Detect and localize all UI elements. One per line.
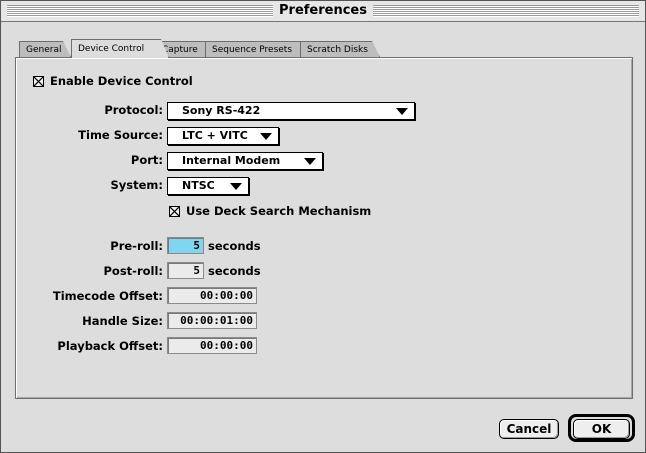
port-select[interactable]: Internal Modem	[167, 152, 323, 170]
protocol-label: Protocol:	[104, 103, 163, 117]
protocol-select[interactable]: Sony RS-422	[167, 102, 415, 120]
check-x-icon	[170, 207, 179, 216]
protocol-value: Sony RS-422	[182, 104, 261, 117]
chevron-down-icon	[396, 108, 408, 115]
tab-device-control[interactable]: Device Control	[71, 39, 169, 58]
pre-roll-unit: seconds	[208, 239, 261, 253]
timecode-offset-input[interactable]: 00:00:00	[167, 287, 257, 304]
title-bar[interactable]: Preferences	[1, 1, 645, 22]
pre-roll-label: Pre-roll:	[110, 239, 163, 253]
enable-device-control-label: Enable Device Control	[50, 74, 193, 88]
pre-roll-input[interactable]: 5	[167, 237, 204, 254]
port-label: Port:	[130, 153, 163, 167]
handle-size-input[interactable]: 00:00:01:00	[167, 312, 257, 329]
system-select[interactable]: NTSC	[167, 177, 249, 195]
post-roll-unit: seconds	[208, 264, 261, 278]
time-source-select[interactable]: LTC + VITC	[167, 127, 279, 145]
post-roll-input[interactable]: 5	[167, 262, 204, 279]
system-label: System:	[110, 178, 163, 192]
port-value: Internal Modem	[182, 154, 281, 167]
playback-offset-label: Playback Offset:	[57, 339, 163, 353]
preferences-window: Preferences General Device Control Captu…	[0, 0, 646, 453]
tab-scratch-disks[interactable]: Scratch Disks	[300, 41, 380, 57]
time-source-label: Time Source:	[78, 128, 163, 142]
tab-general[interactable]: General	[19, 41, 71, 57]
enable-device-control-checkbox[interactable]	[33, 76, 44, 87]
ok-button[interactable]: OK	[573, 419, 630, 439]
playback-offset-input[interactable]: 00:00:00	[167, 337, 257, 354]
post-roll-label: Post-roll:	[103, 264, 164, 278]
check-x-icon	[34, 77, 43, 86]
timecode-offset-label: Timecode Offset:	[52, 289, 163, 303]
handle-size-label: Handle Size:	[82, 314, 163, 328]
cancel-button[interactable]: Cancel	[499, 419, 559, 439]
tab-sequence-presets[interactable]: Sequence Presets	[205, 41, 311, 57]
chevron-down-icon	[304, 158, 316, 165]
chevron-down-icon	[260, 133, 272, 140]
time-source-value: LTC + VITC	[182, 129, 248, 142]
window-title: Preferences	[273, 2, 373, 20]
deck-search-label: Use Deck Search Mechanism	[186, 204, 372, 218]
chevron-down-icon	[230, 183, 242, 190]
system-value: NTSC	[182, 179, 215, 192]
deck-search-checkbox[interactable]	[169, 206, 180, 217]
